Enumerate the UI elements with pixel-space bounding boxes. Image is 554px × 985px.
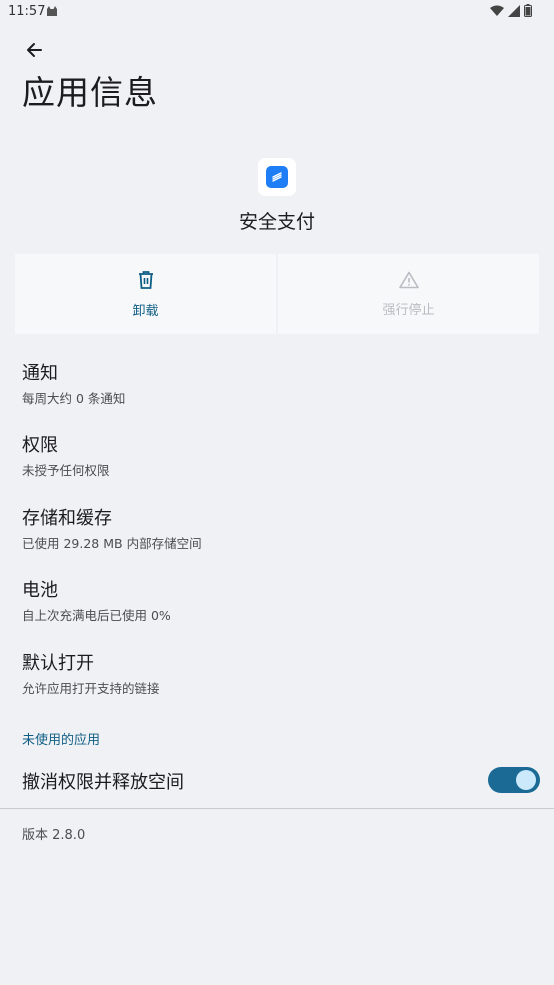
- uninstall-button[interactable]: 卸载: [15, 254, 276, 334]
- revoke-permissions-label: 撤消权限并释放空间: [22, 772, 184, 793]
- page-title: 应用信息: [22, 73, 158, 112]
- item-title: 通知: [22, 363, 58, 384]
- toggle-knob: [516, 770, 536, 790]
- item-subtitle: 每周大约 0 条通知: [22, 391, 126, 406]
- app-name: 安全支付: [238, 211, 315, 233]
- open-by-default-item[interactable]: 默认打开 允许应用打开支持的链接: [22, 649, 532, 697]
- item-subtitle: 已使用 29.28 MB 内部存储空间: [22, 536, 202, 551]
- status-bar: 11:57: [0, 0, 554, 24]
- warning-icon: [398, 271, 419, 293]
- trash-icon: [137, 270, 155, 294]
- back-button[interactable]: [18, 36, 50, 68]
- force-stop-button[interactable]: 强行停止: [278, 254, 539, 334]
- divider: [0, 808, 554, 809]
- arrow-back-icon: [25, 41, 43, 63]
- action-buttons: 卸载 强行停止: [15, 254, 539, 334]
- battery-item[interactable]: 电池 自上次充满电后已使用 0%: [22, 576, 532, 624]
- wifi-icon: [490, 5, 504, 17]
- app-icon: [258, 158, 296, 196]
- app-logo-icon: [266, 166, 288, 188]
- unused-apps-header: 未使用的应用: [22, 733, 101, 748]
- item-title: 权限: [22, 435, 58, 456]
- revoke-permissions-row[interactable]: 撤消权限并释放空间: [22, 767, 540, 795]
- storage-item[interactable]: 存储和缓存 已使用 29.28 MB 内部存储空间: [22, 504, 532, 552]
- permissions-item[interactable]: 权限 未授予任何权限: [22, 431, 532, 479]
- item-title: 默认打开: [22, 653, 94, 674]
- notifications-item[interactable]: 通知 每周大约 0 条通知: [22, 359, 532, 407]
- item-title: 存储和缓存: [22, 508, 112, 529]
- version-label: 版本 2.8.0: [22, 828, 86, 843]
- item-subtitle: 自上次充满电后已使用 0%: [22, 608, 171, 623]
- battery-icon: [524, 4, 532, 17]
- item-title: 电池: [22, 580, 58, 601]
- uninstall-label: 卸载: [132, 303, 159, 319]
- signal-icon: [508, 4, 520, 17]
- revoke-permissions-toggle[interactable]: [488, 767, 540, 793]
- notification-cat-icon: [46, 5, 58, 21]
- item-subtitle: 未授予任何权限: [22, 463, 110, 478]
- status-time: 11:57: [8, 4, 46, 19]
- force-stop-label: 强行停止: [382, 302, 435, 318]
- item-subtitle: 允许应用打开支持的链接: [22, 681, 160, 696]
